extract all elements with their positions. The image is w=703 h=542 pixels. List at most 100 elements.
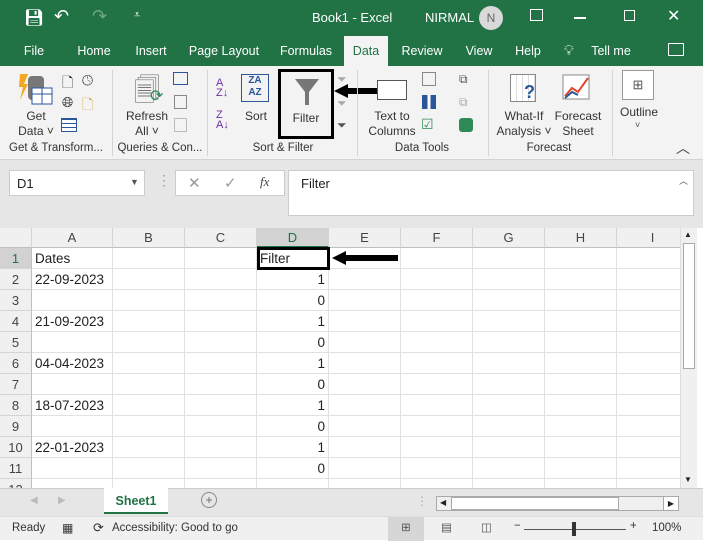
close-icon[interactable]: ✕ xyxy=(667,6,680,26)
cell-d8[interactable]: 1 xyxy=(257,395,329,416)
cell-c9[interactable] xyxy=(185,416,257,437)
enter-icon[interactable]: ✓ xyxy=(224,174,237,192)
column-header-a[interactable]: A xyxy=(32,228,113,248)
zoom-slider-thumb[interactable] xyxy=(572,522,576,536)
row-header[interactable]: 7 xyxy=(0,374,32,395)
clear-filter-icon[interactable]: ⏷ xyxy=(337,72,347,87)
cell-h5[interactable] xyxy=(545,332,617,353)
scroll-up-icon[interactable]: ▲ xyxy=(684,230,692,239)
cell-i10[interactable] xyxy=(617,437,680,458)
cell-b2[interactable] xyxy=(113,269,185,290)
cell-d2[interactable]: 1 xyxy=(257,269,329,290)
collapse-ribbon-icon[interactable]: ︿ xyxy=(676,138,690,158)
normal-view-icon[interactable]: ⊞ xyxy=(388,517,424,541)
cell-a7[interactable] xyxy=(32,374,113,395)
cell-g12[interactable] xyxy=(473,479,545,488)
ribbon-display-icon[interactable] xyxy=(530,9,543,21)
cell-a2[interactable]: 22-09-2023 xyxy=(32,269,113,290)
tab-insert[interactable]: Insert xyxy=(130,36,172,66)
cell-h12[interactable] xyxy=(545,479,617,488)
resize-handle-icon[interactable]: ⋮ xyxy=(157,172,171,189)
undo-icon[interactable]: ↶ xyxy=(54,6,69,27)
column-header-e[interactable]: E xyxy=(329,228,401,248)
cell-i5[interactable] xyxy=(617,332,680,353)
comments-icon[interactable] xyxy=(668,43,684,56)
column-header-c[interactable]: C xyxy=(185,228,257,248)
cell-a4[interactable]: 21-09-2023 xyxy=(32,311,113,332)
cell-f8[interactable] xyxy=(401,395,473,416)
cell-c7[interactable] xyxy=(185,374,257,395)
cell-d10[interactable]: 1 xyxy=(257,437,329,458)
cell-h2[interactable] xyxy=(545,269,617,290)
select-all-corner[interactable] xyxy=(0,228,32,248)
cell-i6[interactable] xyxy=(617,353,680,374)
cell-e12[interactable] xyxy=(329,479,401,488)
reapply-icon[interactable]: ⏷ xyxy=(337,96,347,111)
cell-d6[interactable]: 1 xyxy=(257,353,329,374)
maximize-icon[interactable] xyxy=(624,10,635,21)
cell-c11[interactable] xyxy=(185,458,257,479)
cell-f12[interactable] xyxy=(401,479,473,488)
macro-recording-icon[interactable]: ▦ xyxy=(62,521,73,535)
scroll-thumb[interactable] xyxy=(683,243,695,369)
vertical-scrollbar[interactable]: ▲ ▼ xyxy=(680,228,697,488)
row-header[interactable]: 5 xyxy=(0,332,32,353)
cell-c12[interactable] xyxy=(185,479,257,488)
row-header[interactable]: 11 xyxy=(0,458,32,479)
cell-b3[interactable] xyxy=(113,290,185,311)
formula-input[interactable]: Filter ︿ xyxy=(288,170,694,216)
cell-c4[interactable] xyxy=(185,311,257,332)
cell-h6[interactable] xyxy=(545,353,617,374)
tab-view[interactable]: View xyxy=(460,36,498,66)
cell-i1[interactable] xyxy=(617,248,680,269)
cell-i8[interactable] xyxy=(617,395,680,416)
cell-a10[interactable]: 22-01-2023 xyxy=(32,437,113,458)
cell-h10[interactable] xyxy=(545,437,617,458)
scroll-left-icon[interactable]: ◀ xyxy=(440,498,446,507)
next-sheet-icon[interactable]: ▶ xyxy=(58,495,66,506)
horizontal-scrollbar[interactable]: ◀ xyxy=(436,496,679,511)
tab-help[interactable]: Help xyxy=(510,36,546,66)
row-header[interactable]: 1 xyxy=(0,248,32,269)
zoom-level[interactable]: 100% xyxy=(652,522,681,534)
from-text-icon[interactable]: 🗋 xyxy=(62,72,73,96)
cell-g10[interactable] xyxy=(473,437,545,458)
save-icon[interactable]: 💾︎ xyxy=(24,8,44,28)
cell-d3[interactable]: 0 xyxy=(257,290,329,311)
expand-formula-icon[interactable]: ︿ xyxy=(679,174,688,187)
add-sheet-icon[interactable]: + xyxy=(201,492,217,508)
cell-c6[interactable] xyxy=(185,353,257,374)
cell-g5[interactable] xyxy=(473,332,545,353)
row-header[interactable]: 3 xyxy=(0,290,32,311)
cell-f4[interactable] xyxy=(401,311,473,332)
cell-e8[interactable] xyxy=(329,395,401,416)
tell-me-search[interactable]: Tell me xyxy=(588,36,634,66)
tab-review[interactable]: Review xyxy=(398,36,446,66)
relationships-icon[interactable]: ⧉ xyxy=(459,95,468,110)
cell-e6[interactable] xyxy=(329,353,401,374)
edit-links-icon[interactable] xyxy=(174,118,187,132)
cell-d5[interactable]: 0 xyxy=(257,332,329,353)
cell-e5[interactable] xyxy=(329,332,401,353)
cell-c2[interactable] xyxy=(185,269,257,290)
split-handle-icon[interactable]: ⋮ xyxy=(416,494,428,508)
cell-b9[interactable] xyxy=(113,416,185,437)
cell-i2[interactable] xyxy=(617,269,680,290)
cell-a8[interactable]: 18-07-2023 xyxy=(32,395,113,416)
cell-f5[interactable] xyxy=(401,332,473,353)
column-header-h[interactable]: H xyxy=(545,228,617,248)
cell-g4[interactable] xyxy=(473,311,545,332)
cell-i9[interactable] xyxy=(617,416,680,437)
cell-g6[interactable] xyxy=(473,353,545,374)
cell-d11[interactable]: 0 xyxy=(257,458,329,479)
cell-a9[interactable] xyxy=(32,416,113,437)
cell-f2[interactable] xyxy=(401,269,473,290)
cell-c1[interactable] xyxy=(185,248,257,269)
cell-d7[interactable]: 0 xyxy=(257,374,329,395)
cell-c5[interactable] xyxy=(185,332,257,353)
cell-h8[interactable] xyxy=(545,395,617,416)
from-web-icon[interactable]: 🌐︎ xyxy=(62,94,73,111)
cell-d9[interactable]: 0 xyxy=(257,416,329,437)
advanced-filter-icon[interactable]: ⏷ xyxy=(337,118,347,133)
column-header-i[interactable]: I xyxy=(617,228,680,248)
